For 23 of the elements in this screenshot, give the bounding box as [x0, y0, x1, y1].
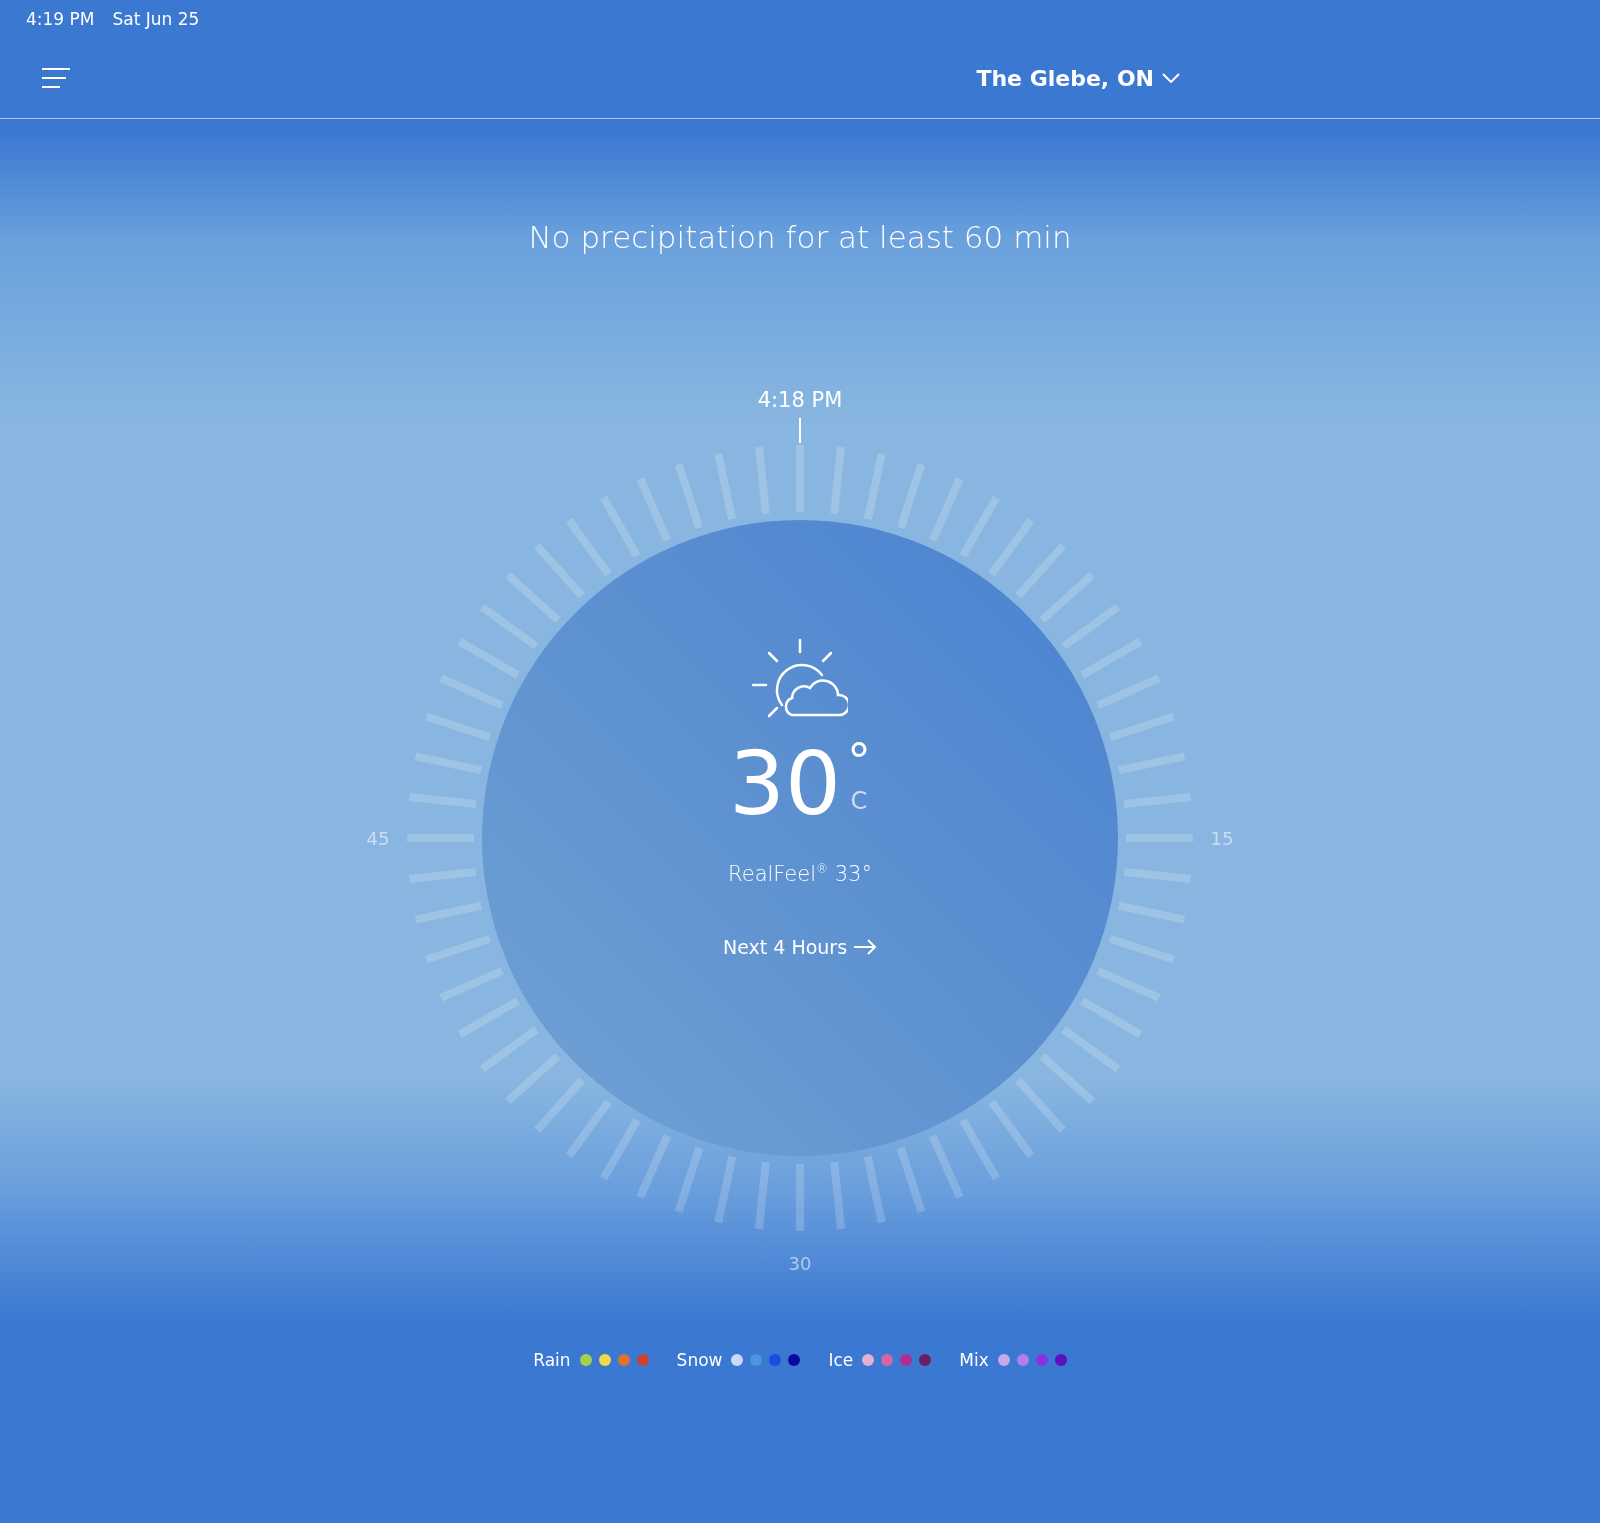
- realfeel-text: RealFeel$^{®}$ 33°: [728, 862, 872, 886]
- chevron-down-icon: [1162, 73, 1180, 83]
- precipitation-message: No precipitation for at least 60 min: [527, 219, 1073, 255]
- next-hours-link[interactable]: Next 4 Hours: [722, 936, 878, 958]
- menu-button[interactable]: [42, 68, 70, 88]
- degree-sign: °: [847, 740, 871, 784]
- minute-label: 45: [366, 827, 390, 849]
- legend-label: Ice: [828, 1350, 854, 1370]
- current-time-marker: [799, 417, 801, 444]
- sun-cloud-icon: [752, 638, 848, 718]
- minute-label: 30: [788, 1252, 812, 1274]
- arrow-right-icon: [853, 939, 878, 955]
- location-dropdown[interactable]: The Glebe, ON: [976, 65, 1180, 91]
- legend-label: Rain: [533, 1350, 571, 1370]
- legend-label: Snow: [676, 1350, 723, 1370]
- temperature-value: 30: [729, 740, 841, 828]
- status-date: Sat Jun 25: [112, 9, 200, 29]
- temperature-unit: C: [850, 787, 868, 816]
- legend-label: Mix: [959, 1350, 989, 1370]
- status-time: 4:19 PM: [26, 9, 95, 29]
- menu-icon: [42, 68, 70, 88]
- current-time-label: 4:18 PM: [757, 388, 843, 412]
- minute-label: 15: [1210, 827, 1234, 849]
